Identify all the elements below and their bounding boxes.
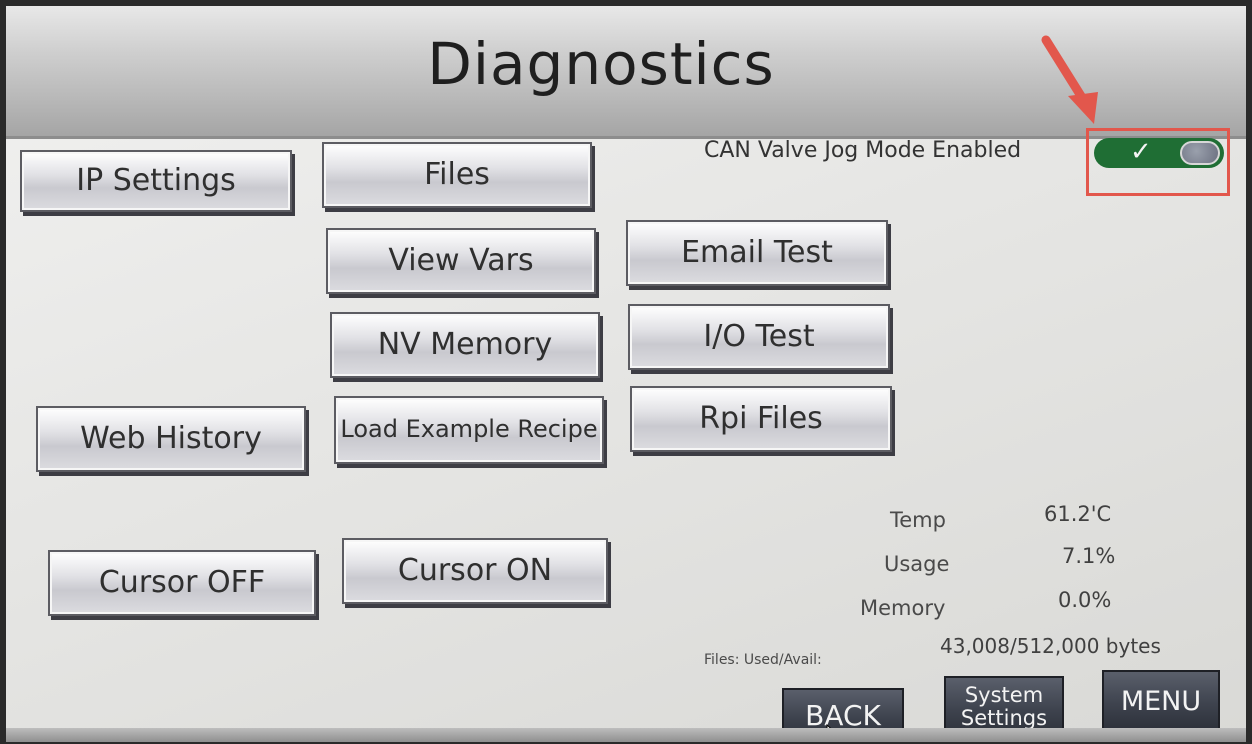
io-test-button[interactable]: I/O Test xyxy=(628,304,890,370)
web-history-button[interactable]: Web History xyxy=(36,406,306,472)
cursor-off-button[interactable]: Cursor OFF xyxy=(48,550,316,616)
menu-button[interactable]: MENU xyxy=(1102,670,1220,732)
files-usage-label: Files: Used/Avail: xyxy=(704,652,822,668)
can-valve-jog-label: CAN Valve Jog Mode Enabled xyxy=(704,138,1022,163)
email-test-button[interactable]: Email Test xyxy=(626,220,888,286)
bottom-bezel xyxy=(6,728,1246,742)
cursor-on-button[interactable]: Cursor ON xyxy=(342,538,608,604)
temp-label: Temp xyxy=(890,508,946,532)
can-valve-jog-toggle[interactable]: ✓ xyxy=(1094,137,1224,168)
ip-settings-button[interactable]: IP Settings xyxy=(20,150,292,212)
red-arrow-icon xyxy=(1041,35,1098,124)
memory-value: 0.0% xyxy=(1058,588,1112,612)
toggle-knob xyxy=(1180,141,1220,165)
page-title: Diagnostics xyxy=(427,30,775,98)
temp-value: 61.2'C xyxy=(1044,502,1112,526)
diagnostics-screen: Diagnostics CAN Valve Jog Mode Enabled ✓… xyxy=(6,6,1246,742)
view-vars-button[interactable]: View Vars xyxy=(326,228,596,294)
rpi-files-button[interactable]: Rpi Files xyxy=(630,386,892,452)
memory-label: Memory xyxy=(860,596,946,620)
load-example-recipe-button[interactable]: Load Example Recipe xyxy=(334,396,604,464)
files-button[interactable]: Files xyxy=(322,142,592,208)
files-usage-value: 43,008/512,000 bytes xyxy=(940,634,1161,658)
check-icon: ✓ xyxy=(1130,137,1152,167)
usage-value: 7.1% xyxy=(1062,544,1116,568)
nv-memory-button[interactable]: NV Memory xyxy=(330,312,600,378)
usage-label: Usage xyxy=(884,552,950,576)
